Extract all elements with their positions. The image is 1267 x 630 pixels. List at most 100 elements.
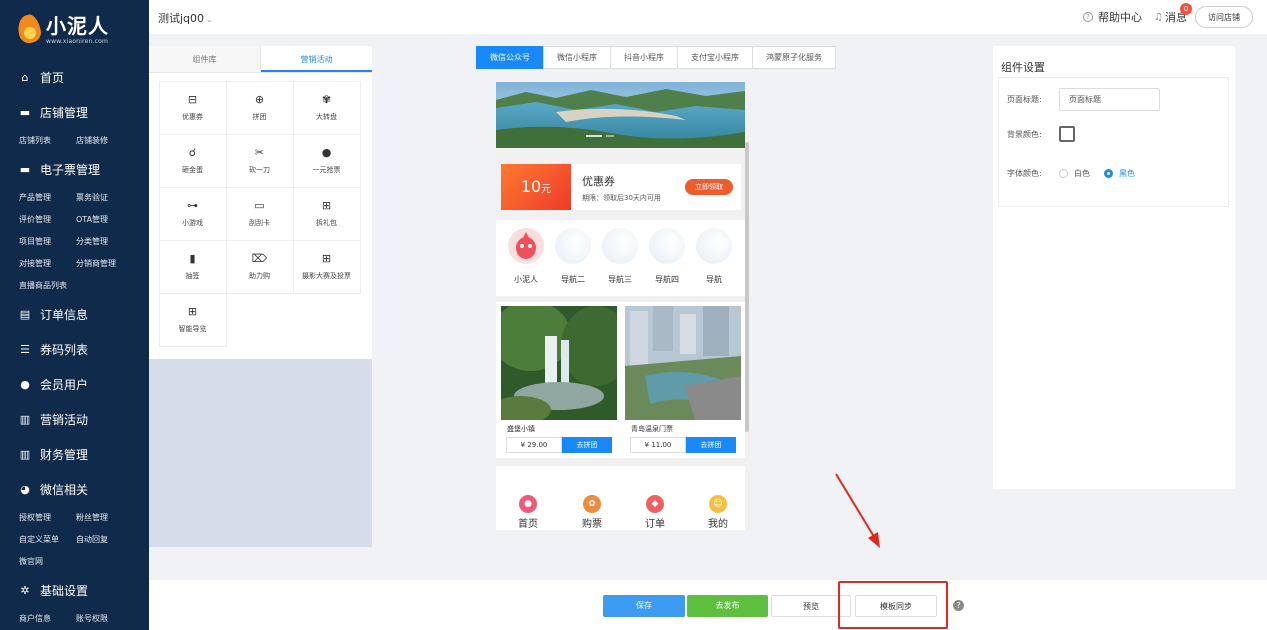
mascot-icon xyxy=(508,228,544,264)
card-icon: ▭ xyxy=(254,199,265,212)
settings-title: 组件设置 xyxy=(1001,61,1045,74)
coupon-card[interactable]: 10元 优惠券 期限：领取后30天内可用 立即领取 xyxy=(501,164,741,210)
sidebar-sub-item[interactable]: 粉丝管理 xyxy=(76,507,146,529)
sidebar-item-marketing[interactable]: ▥ 营销活动 xyxy=(0,402,149,437)
gear-icon: ✲ xyxy=(20,584,30,597)
product-image xyxy=(625,306,741,420)
sidebar-item-members[interactable]: ● 会员用户 xyxy=(0,367,149,402)
nav-item[interactable]: 小泥人 xyxy=(506,228,546,285)
tab-wechat-official[interactable]: 微信公众号 xyxy=(476,46,544,69)
product-card[interactable]: 盛堡小镇 ¥ 29.00 去拼团 xyxy=(501,306,617,458)
wechat-icon: ◕ xyxy=(20,483,30,496)
save-button[interactable]: 保存 xyxy=(603,595,685,617)
logo[interactable]: 小泥人 www.xiaoniren.com xyxy=(0,0,149,60)
widget-one-yuan[interactable]: ● 一元抢票 xyxy=(292,133,361,188)
banner-image[interactable] xyxy=(496,82,745,148)
sidebar-sub-item[interactable]: 分销商管理 xyxy=(76,253,146,275)
sidebar-sub-item[interactable]: 分类管理 xyxy=(76,231,146,253)
nav-item[interactable]: 导航四 xyxy=(647,228,687,285)
question-icon: ? xyxy=(1083,12,1094,22)
coupon-title: 优惠券 xyxy=(582,175,615,188)
widget-gift-box[interactable]: ⊞ 拆礼包 xyxy=(292,186,361,241)
widget-scratch-card[interactable]: ▭ 刮刮卡 xyxy=(225,186,294,241)
sidebar-sub-item[interactable]: 直播商品列表 xyxy=(19,275,76,297)
tabbar-home[interactable]: ● 首页 xyxy=(508,495,548,530)
sidebar-sub-item[interactable]: 账号权限 xyxy=(76,608,146,630)
sidebar-sub-item[interactable]: 授权管理 xyxy=(19,507,76,529)
template-sync-button[interactable]: 模板同步 xyxy=(855,595,937,617)
messages-link[interactable]: ♫ 消息 0 xyxy=(1154,3,1192,25)
sidebar-sub-item[interactable]: 项目管理 xyxy=(19,231,76,253)
scissors-icon: ✂ xyxy=(254,146,265,159)
widget-group-buy[interactable]: ⊕ 拼团 xyxy=(225,80,294,135)
sidebar-sub-item[interactable]: 自定义菜单 xyxy=(19,529,76,551)
tab-alipay-mini[interactable]: 支付宝小程序 xyxy=(677,46,753,69)
sidebar-item-codes[interactable]: ☰ 券码列表 xyxy=(0,332,149,367)
wheel-icon: ✾ xyxy=(321,93,332,106)
tabbar-orders[interactable]: ◆ 订单 xyxy=(635,495,675,530)
widget-assist-buy[interactable]: ⌦ 助力购 xyxy=(225,239,294,294)
question-icon[interactable]: ? xyxy=(953,600,964,611)
coupon-amount: 10元 xyxy=(501,164,571,210)
product-price: ¥ 11.00 xyxy=(630,437,686,453)
sidebar-sub-item[interactable]: 票务验证 xyxy=(76,187,146,209)
placeholder-image-icon xyxy=(555,228,591,264)
widget-golden-egg[interactable]: ☌ 砸金蛋 xyxy=(158,133,227,188)
nav-item[interactable]: 导航三 xyxy=(600,228,640,285)
nav-item[interactable]: 导航 xyxy=(694,228,734,285)
gift-icon: ⊞ xyxy=(187,305,198,318)
tab-component-library[interactable]: 组件库 xyxy=(149,46,261,72)
sidebar-sub-store-decor[interactable]: 店铺装修 xyxy=(76,130,146,152)
preview-scrollbar[interactable] xyxy=(745,142,749,432)
sidebar-sub-item[interactable]: 评价管理 xyxy=(19,209,76,231)
widget-wheel[interactable]: ✾ 大转盘 xyxy=(292,80,361,135)
sidebar-sub-item[interactable]: 商户信息 xyxy=(19,608,76,630)
radio-black[interactable]: 黑色 xyxy=(1104,168,1135,179)
sidebar-item-wechat[interactable]: ◕ 微信相关 xyxy=(0,472,149,507)
component-panel: 组件库 营销活动 ⊟ 优惠券 ⊕ 拼团 ✾ 大转盘 ☌ 砸金蛋 ✂ 砍一刀 ● 一元抢票 ⊶… xyxy=(149,46,372,359)
sidebar-item-store[interactable]: ▬ 店铺管理 xyxy=(0,95,149,130)
sidebar-item-finance[interactable]: ▥ 财务管理 xyxy=(0,437,149,472)
sidebar-sub-item[interactable]: 产品管理 xyxy=(19,187,76,209)
tab-wechat-mini[interactable]: 微信小程序 xyxy=(543,46,611,69)
coupon-claim-button[interactable]: 立即领取 xyxy=(685,179,733,195)
product-card[interactable]: 青岛温泉门票 ¥ 11.00 去拼团 xyxy=(625,306,741,458)
sidebar-sub-item[interactable]: 对接管理 xyxy=(19,253,76,275)
widget-bargain[interactable]: ✂ 砍一刀 xyxy=(225,133,294,188)
store-selector[interactable]: 测试jq00 ⌄ xyxy=(158,10,213,26)
page-title-input[interactable]: 页面标题 xyxy=(1059,88,1160,111)
tab-marketing[interactable]: 营销活动 xyxy=(261,46,372,72)
tab-douyin-mini[interactable]: 抖音小程序 xyxy=(610,46,678,69)
store-icon: ▬ xyxy=(19,106,31,119)
help-center-link[interactable]: ? 帮助中心 xyxy=(1083,9,1142,25)
tab-harmony[interactable]: 鸿蒙原子化服务 xyxy=(752,46,836,69)
lot-icon: ▮ xyxy=(189,252,196,265)
message-badge: 0 xyxy=(1180,3,1192,15)
tabbar-mine[interactable]: ☺ 我的 xyxy=(698,495,738,530)
sidebar-sub-item[interactable]: 自动回复 xyxy=(76,529,146,551)
bg-color-picker[interactable] xyxy=(1059,126,1075,142)
widget-draw-lot[interactable]: ▮ 抽签 xyxy=(158,239,227,294)
channel-tabs: 微信公众号 微信小程序 抖音小程序 支付宝小程序 鸿蒙原子化服务 xyxy=(476,46,836,69)
publish-button[interactable]: 去发布 xyxy=(687,595,768,617)
rocket-icon: ⌦ xyxy=(251,252,268,265)
sidebar-item-eticket[interactable]: ▬ 电子票管理 xyxy=(0,152,149,187)
hammer-icon: ☌ xyxy=(188,146,197,159)
widget-smart-guide[interactable]: ⊞ 智能导览 xyxy=(158,292,227,347)
nav-item[interactable]: 导航二 xyxy=(553,228,593,285)
tabbar-tickets[interactable]: ✿ 购票 xyxy=(572,495,612,530)
sidebar-sub-item[interactable]: OTA管理 xyxy=(76,209,146,231)
widget-mini-game[interactable]: ⊶ 小游戏 xyxy=(158,186,227,241)
sidebar-sub-store-list[interactable]: 店铺列表 xyxy=(19,130,76,152)
sidebar-item-orders[interactable]: ▤ 订单信息 xyxy=(0,297,149,332)
placeholder-image-icon xyxy=(696,228,732,264)
group-buy-button[interactable]: 去拼团 xyxy=(686,437,736,453)
group-buy-button[interactable]: 去拼团 xyxy=(562,437,612,453)
widget-coupon[interactable]: ⊟ 优惠券 xyxy=(158,80,227,135)
visit-store-button[interactable]: 访问店铺 xyxy=(1195,6,1253,28)
sidebar-item-home[interactable]: ⌂ 首页 xyxy=(0,60,149,95)
sidebar-item-settings[interactable]: ✲ 基础设置 xyxy=(0,573,149,608)
widget-photo-contest[interactable]: ⊞ 摄影大赛及投票 xyxy=(292,239,361,294)
radio-white[interactable]: 白色 xyxy=(1059,168,1090,179)
sidebar-sub-item[interactable]: 微官网 xyxy=(19,551,76,573)
